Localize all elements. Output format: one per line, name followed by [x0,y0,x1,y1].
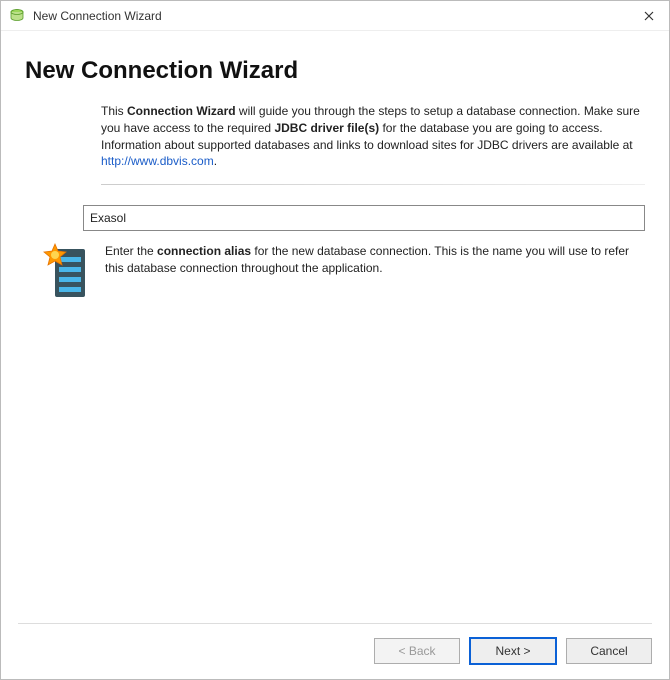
intro-mid2: for the database you are going to access… [379,121,602,135]
intro-line2a: Information about supported databases an… [101,138,633,152]
bottom-separator [18,623,652,624]
hint-prefix: Enter the [105,244,157,258]
titlebar: New Connection Wizard [1,1,669,31]
database-icon [43,243,91,303]
intro-prefix: This [101,104,127,118]
separator [101,184,645,185]
app-icon [9,8,25,24]
close-button[interactable] [629,1,669,31]
dbvis-link[interactable]: http://www.dbvis.com [101,154,214,168]
back-button: < Back [374,638,460,664]
wizard-content: New Connection Wizard This Connection Wi… [1,31,669,303]
intro-bold1: Connection Wizard [127,104,236,118]
hint-bold: connection alias [157,244,251,258]
button-bar: < Back Next > Cancel [374,638,652,664]
window-title: New Connection Wizard [33,9,629,23]
intro-text: This Connection Wizard will guide you th… [101,103,641,170]
page-title: New Connection Wizard [25,57,645,85]
next-button[interactable]: Next > [470,638,556,664]
alias-hint: Enter the connection alias for the new d… [105,243,645,277]
cancel-button[interactable]: Cancel [566,638,652,664]
intro-line2b: . [214,154,217,168]
connection-alias-input[interactable] [83,205,645,231]
intro-bold2: JDBC driver file(s) [274,121,379,135]
